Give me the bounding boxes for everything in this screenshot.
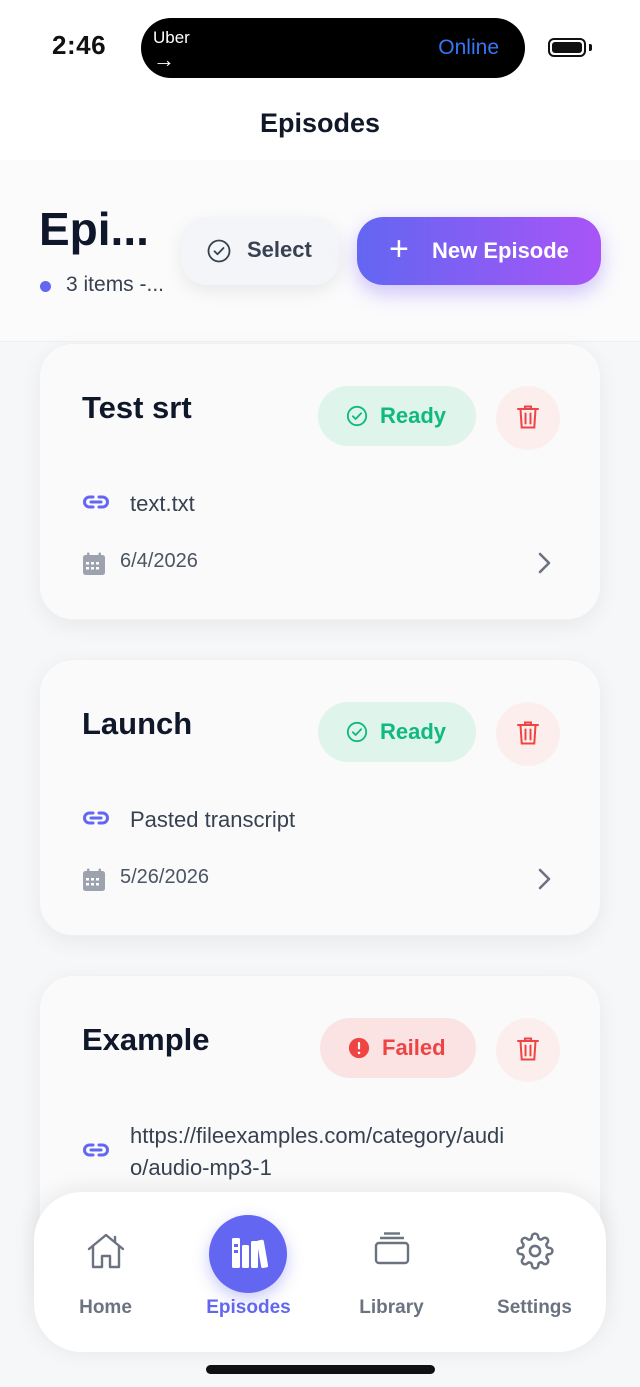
tab-settings[interactable]: Settings <box>463 1192 606 1352</box>
page-header: Epi... 3 items -... Select + New Episode <box>0 160 640 342</box>
check-circle-icon <box>346 721 368 743</box>
status-time: 2:46 <box>52 30 107 60</box>
home-icon <box>87 1233 124 1269</box>
tab-bar: Home Episodes Library Settings <box>34 1192 606 1352</box>
nav-title: Episodes <box>259 108 381 138</box>
episode-title: Example <box>82 1022 210 1057</box>
new-episode-label: New Episode <box>432 238 569 263</box>
episode-source: Pasted transcript <box>130 807 296 832</box>
gear-icon <box>515 1232 554 1270</box>
chevron-right-icon <box>538 868 551 890</box>
episode-card[interactable]: Launch Ready Pasted transcript 5/26/2026 <box>39 659 601 936</box>
episode-date: 5/26/2026 <box>120 866 209 888</box>
plus-icon: + <box>389 230 409 268</box>
episode-source: text.txt <box>130 491 195 516</box>
status-badge: Ready <box>318 386 476 446</box>
delete-button[interactable] <box>496 702 560 766</box>
status-bar: 2:46 Uber → Online <box>0 0 640 96</box>
tab-label: Home <box>79 1297 132 1318</box>
status-label: Ready <box>380 719 447 744</box>
select-label: Select <box>247 237 312 262</box>
status-badge: Ready <box>318 702 476 762</box>
tab-label: Episodes <box>206 1297 291 1318</box>
status-label: Failed <box>382 1035 446 1060</box>
select-button[interactable]: Select <box>181 217 340 285</box>
trash-icon <box>517 721 539 745</box>
arrow-right-icon: → <box>153 47 175 72</box>
battery-icon <box>548 38 586 57</box>
link-icon <box>83 811 109 825</box>
navigation-bar: Episodes <box>0 96 640 160</box>
tab-episodes[interactable]: Episodes <box>177 1192 320 1352</box>
battery-cap <box>589 44 592 51</box>
library-icon <box>374 1232 409 1265</box>
status-label: Ready <box>380 403 447 428</box>
delete-button[interactable] <box>496 1018 560 1082</box>
home-indicator[interactable] <box>206 1365 435 1374</box>
new-episode-button[interactable]: + New Episode <box>357 217 601 285</box>
link-icon <box>83 495 109 509</box>
check-circle-icon <box>207 239 231 263</box>
episode-title: Launch <box>82 706 193 741</box>
status-badge: Failed <box>320 1018 476 1078</box>
page-title: Epi... <box>39 203 149 255</box>
alert-circle-icon <box>348 1037 370 1059</box>
chevron-right-icon <box>538 552 551 574</box>
tab-label: Library <box>359 1297 424 1318</box>
calendar-icon <box>83 552 105 575</box>
tab-home[interactable]: Home <box>34 1192 177 1352</box>
trash-icon <box>517 405 539 429</box>
link-icon <box>83 1143 109 1157</box>
live-activity-app: Uber <box>153 28 190 47</box>
item-count: 3 items -... <box>66 273 165 296</box>
episode-card[interactable]: Test srt Ready text.txt 6/4/2026 <box>39 343 601 620</box>
episode-title: Test srt <box>82 390 192 425</box>
dynamic-island-live-activity[interactable]: Uber → Online <box>141 18 525 78</box>
episode-source: https://fileexamples.com/category/audio/… <box>130 1123 505 1180</box>
trash-icon <box>517 1037 539 1061</box>
calendar-icon <box>83 868 105 891</box>
status-dot <box>40 281 51 292</box>
delete-button[interactable] <box>496 386 560 450</box>
tab-library[interactable]: Library <box>320 1192 463 1352</box>
check-circle-icon <box>346 405 368 427</box>
tab-label: Settings <box>497 1297 572 1318</box>
episode-date: 6/4/2026 <box>120 550 198 572</box>
live-activity-status: Online <box>438 36 499 59</box>
episodes-icon <box>231 1238 268 1269</box>
